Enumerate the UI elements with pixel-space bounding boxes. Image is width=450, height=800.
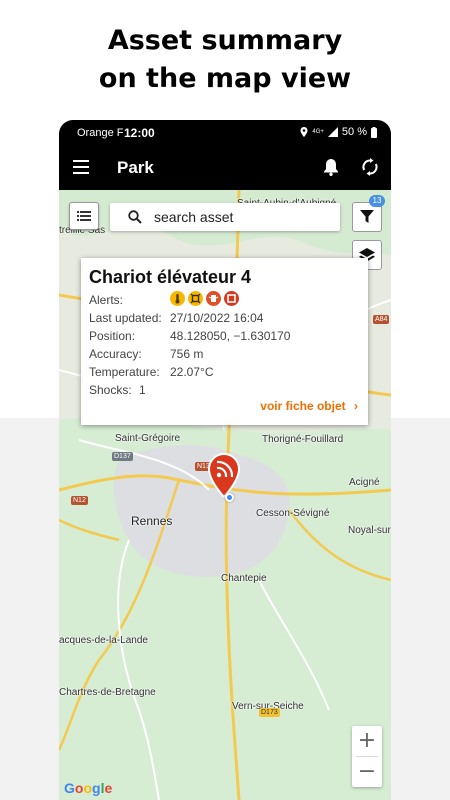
view-asset-link[interactable]: voir fiche objet › [260,399,358,413]
battery-label: 50 % [341,126,367,138]
last-updated-value: 27/10/2022 16:04 [170,311,264,325]
position-value: 48.128050, −1.630170 [170,329,291,343]
alerts-row: Alerts: [89,291,239,307]
location-icon [300,127,308,137]
map-label-noyal: Noyal-sur [348,525,391,536]
battery-icon [371,126,377,138]
alerts-label: Alerts: [89,293,124,307]
accuracy-row: Accuracy: 756 m [89,347,203,361]
map-label-cesson: Cesson-Sévigné [256,508,330,519]
phone-frame: Orange F 12:00 4G+ 50 % Park treillie Sa… [59,120,391,800]
sync-icon[interactable] [361,158,379,176]
bell-icon[interactable] [323,158,339,176]
list-icon [77,211,91,221]
zoom-out-button[interactable]: − [352,757,382,787]
zoom-controls: + − [352,726,382,787]
map-label-rennes: Rennes [131,514,173,528]
signal-icon [327,127,338,137]
menu-icon[interactable] [73,160,89,174]
shocks-row: Shocks: 1 [89,383,146,397]
clock: 12:00 [124,126,155,140]
position-label: Position: [89,329,136,343]
map-label-chantepie: Chantepie [221,573,267,584]
headline: Asset summary on the map view [0,22,450,98]
asset-location-marker[interactable] [206,451,242,497]
filter-count-badge: 13 [369,195,385,207]
temperature-value: 22.07°C [170,365,214,379]
accuracy-value: 756 m [170,347,204,361]
position-row: Position: 48.128050, −1.630170 [89,329,290,343]
carrier-label: Orange F [77,127,124,139]
shock-alert-icon [206,291,221,306]
map-label-thorigne: Thorigné-Fouillard [262,434,344,445]
search-input[interactable] [154,207,329,227]
last-updated-row: Last updated: 27/10/2022 16:04 [89,311,263,325]
map-label-saint-gregoire: Saint-Grégoire [115,433,181,444]
asset-name: Chariot élévateur 4 [89,267,252,287]
headline-line-1: Asset summary [107,25,343,56]
alert-icons [170,291,239,306]
app-title: Park [117,158,154,177]
zone-alert-icon [224,291,239,306]
road-tag-n12: N12 [71,496,88,505]
road-tag-d173: D173 [259,708,280,717]
zoom-in-button[interactable]: + [352,726,382,756]
temperature-label: Temperature: [89,365,160,379]
map-view[interactable]: Saint-Aubin-d'Aubigné treillie Sas A84 S… [59,190,391,800]
temperature-row: Temperature: 22.07°C [89,365,214,379]
search-bar [110,203,340,231]
app-bar: Park [59,146,391,190]
map-label-bruz-lande: acques-de-la-Lande [59,635,148,646]
status-icons: 4G+ 50 % [300,126,377,138]
headline-line-2: on the map view [98,63,352,94]
road-tag-d137: D137 [112,452,133,461]
map-label-chartres: Chartres-de-Bretagne [59,687,156,698]
google-logo: Google [64,780,113,796]
view-asset-link-label: voir fiche objet [260,399,346,413]
movement-alert-icon [188,291,203,306]
status-bar: Orange F 12:00 4G+ 50 % [59,120,391,146]
search-icon [128,210,142,224]
accuracy-label: Accuracy: [89,347,142,361]
filter-icon [360,210,374,223]
temperature-alert-icon [170,291,185,306]
network-label: 4G+ [312,129,324,135]
list-view-button[interactable] [69,202,99,230]
map-label-acigne: Acigné [349,477,380,488]
current-location-dot [225,493,234,502]
shocks-value: 1 [139,383,146,397]
shocks-label: Shocks: [89,383,132,397]
asset-summary-card[interactable]: Chariot élévateur 4 Alerts: Last updated… [81,258,368,425]
chevron-right-icon: › [354,399,358,413]
road-tag-a84: A84 [373,315,390,324]
last-updated-label: Last updated: [89,311,162,325]
